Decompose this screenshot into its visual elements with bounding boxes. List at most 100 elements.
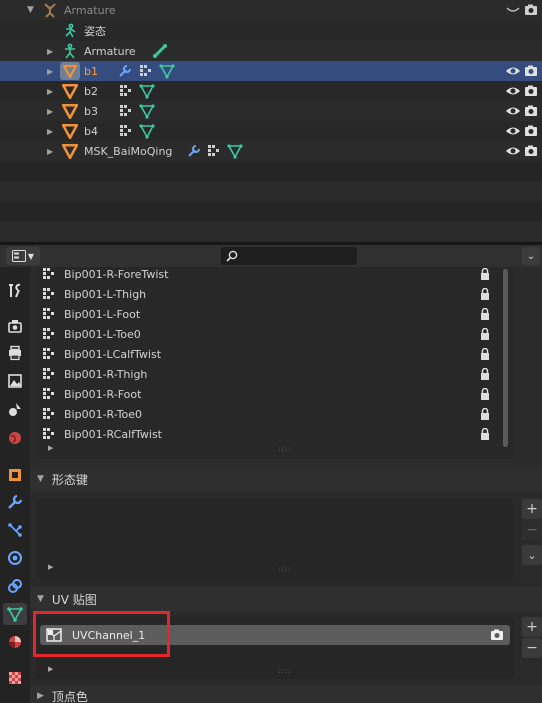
list-item[interactable]: Bip001-LCalfTwist (42, 344, 502, 364)
eye-icon[interactable] (505, 81, 521, 101)
tab-output[interactable] (3, 342, 27, 364)
active-render-camera-icon[interactable] (490, 629, 504, 641)
outliner-row-armature-parent[interactable]: ▼ Armature (0, 0, 542, 20)
add-icon: + (526, 619, 538, 635)
lock-icon[interactable] (480, 364, 490, 384)
list-item[interactable]: Bip001-L-Foot (42, 304, 502, 324)
outliner-row-b4[interactable]: ▶ b4 (0, 121, 542, 141)
lock-icon[interactable] (480, 284, 490, 304)
lock-icon[interactable] (480, 424, 490, 444)
remove-shape-key-button[interactable]: − (522, 520, 542, 540)
tab-view-layer[interactable] (3, 370, 27, 392)
list-item[interactable]: Bip001-R-ForeTwist (42, 267, 502, 284)
lock-icon[interactable] (480, 384, 490, 404)
collapsed-triangle-icon[interactable]: ▶ (47, 121, 53, 141)
outliner-row-b2[interactable]: ▶ b2 (0, 81, 542, 101)
lock-icon[interactable] (480, 304, 490, 324)
list-filter-toggle-icon[interactable]: ▶ (48, 563, 53, 571)
lock-icon[interactable] (480, 324, 490, 344)
eye-icon[interactable] (505, 121, 521, 141)
mesh-data-icon (227, 141, 243, 161)
mesh-data-icon (139, 121, 155, 141)
outliner-row-pose[interactable]: 姿态 (0, 21, 542, 41)
scrollbar[interactable] (503, 269, 508, 447)
lock-icon[interactable] (480, 344, 490, 364)
add-uv-map-button[interactable]: + (522, 617, 542, 637)
camera-icon[interactable] (524, 141, 538, 161)
resize-grip-icon[interactable]: :::: (278, 445, 291, 453)
tab-constraints[interactable] (3, 575, 27, 597)
mesh-data-icon (139, 101, 155, 121)
expand-triangle-icon[interactable]: ▼ (27, 0, 34, 20)
tab-world[interactable] (3, 427, 27, 449)
outliner-label: b3 (84, 104, 98, 118)
collapsed-triangle-icon[interactable]: ▶ (47, 101, 53, 121)
list-item[interactable]: Bip001-L-Thigh (42, 284, 502, 304)
tab-particles[interactable] (3, 519, 27, 541)
pose-icon (62, 21, 78, 41)
list-item[interactable]: Bip001-RCalfTwist (42, 424, 502, 444)
remove-uv-map-button[interactable]: − (522, 638, 542, 658)
tab-texture[interactable] (3, 667, 27, 689)
list-filter-toggle-icon[interactable]: ▶ (48, 665, 53, 673)
list-item[interactable]: Bip001-R-Thigh (42, 364, 502, 384)
eye-icon[interactable] (505, 61, 521, 81)
lock-icon[interactable] (480, 267, 490, 284)
outliner-label: b1 (84, 64, 98, 78)
editor-type-button[interactable]: ▼ (6, 247, 40, 265)
tab-tool[interactable] (3, 280, 27, 302)
vertex-group-icon (42, 427, 56, 441)
camera-icon[interactable] (524, 101, 538, 121)
panel-header-vertex-colors[interactable]: ▶ 顶点色 (30, 686, 542, 703)
collapsed-triangle-icon[interactable]: ▶ (47, 61, 53, 81)
vertex-group-icon (42, 367, 56, 381)
panel-header-shape-keys[interactable]: ▼ 形态键 (30, 467, 542, 491)
eye-icon[interactable] (505, 101, 521, 121)
lock-icon[interactable] (480, 404, 490, 424)
list-item[interactable]: Bip001-L-Toe0 (42, 324, 502, 344)
tab-scene[interactable] (3, 398, 27, 420)
camera-icon[interactable] (524, 0, 538, 20)
camera-icon[interactable] (524, 81, 538, 101)
panel-title: UV 贴图 (51, 592, 97, 607)
tab-object[interactable] (3, 464, 27, 486)
list-item[interactable]: Bip001-R-Foot (42, 384, 502, 404)
shape-key-list[interactable]: ▶ :::: (36, 499, 514, 579)
vertex-group-name: Bip001-L-Toe0 (64, 327, 141, 341)
outliner-row-msk[interactable]: ▶ MSK_BaiMoQing (0, 141, 542, 161)
search-input[interactable] (221, 247, 357, 265)
tab-modifiers[interactable] (3, 491, 27, 513)
outliner-row-b1[interactable]: ▶ b1 (0, 61, 542, 81)
panel-header-uv-maps[interactable]: ▼ UV 贴图 (30, 587, 542, 611)
chevron-down-icon: ⌄ (526, 250, 536, 262)
object-cube-icon (7, 467, 23, 483)
shape-key-specials-button[interactable]: ⌄ (522, 545, 542, 565)
vertex-group-name: Bip001-R-Toe0 (64, 407, 143, 421)
mesh-object-icon (62, 141, 78, 161)
tab-material[interactable] (3, 631, 27, 653)
tab-data[interactable] (3, 603, 27, 625)
list-item[interactable]: Bip001-R-Toe0 (42, 404, 502, 424)
vertex-group-icon (42, 287, 56, 301)
collapsed-triangle-icon[interactable]: ▶ (47, 81, 53, 101)
list-filter-toggle-icon[interactable]: ▶ (48, 444, 53, 452)
outliner-empty-row (0, 181, 542, 201)
camera-icon[interactable] (524, 121, 538, 141)
tab-render[interactable] (3, 315, 27, 337)
collapsed-triangle-icon[interactable]: ▶ (47, 141, 53, 161)
resize-grip-icon[interactable]: :::: (278, 565, 291, 573)
resize-grip-icon[interactable]: :::: (278, 667, 291, 675)
tab-physics[interactable] (3, 547, 27, 569)
collapsed-triangle-icon[interactable]: ▶ (47, 41, 53, 61)
camera-icon[interactable] (524, 61, 538, 81)
visibility-collapsed-icon[interactable] (505, 0, 521, 20)
image-icon (7, 373, 23, 389)
outliner-empty-row (0, 201, 542, 221)
particles-icon (7, 522, 23, 538)
eye-icon[interactable] (505, 141, 521, 161)
outliner-row-armature-child[interactable]: ▶ Armature (0, 41, 542, 61)
add-shape-key-button[interactable]: + (522, 499, 542, 519)
vertex-groups-icon (207, 141, 221, 161)
outliner-row-b3[interactable]: ▶ b3 (0, 101, 542, 121)
options-dropdown-button[interactable]: ⌄ (522, 247, 540, 265)
